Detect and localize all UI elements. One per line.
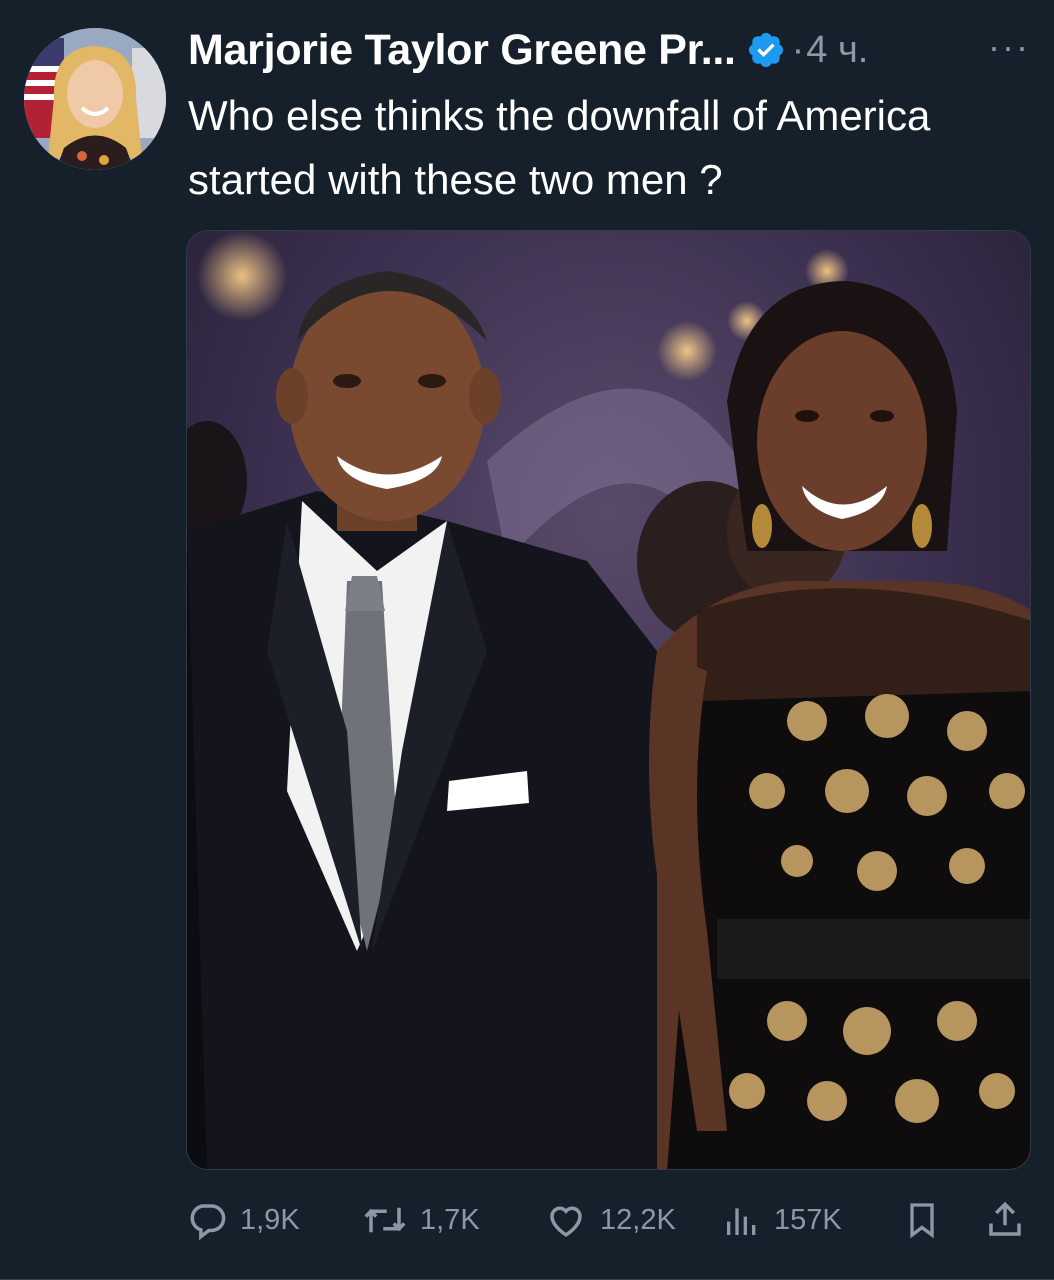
retweet-count: 1,7K — [420, 1203, 480, 1236]
tweet-header: Marjorie Taylor Greene Pr... · 4 ч. ··· — [188, 22, 1030, 78]
views-count: 157K — [774, 1203, 842, 1236]
bookmark-icon — [902, 1199, 942, 1241]
verified-badge-icon[interactable] — [746, 30, 786, 70]
timestamp[interactable]: 4 ч. — [806, 29, 868, 72]
more-options-button[interactable]: ··· — [988, 26, 1030, 68]
tweet: Marjorie Taylor Greene Pr... · 4 ч. ··· … — [0, 0, 1054, 1280]
reply-button[interactable]: 1,9K — [186, 1192, 300, 1248]
reply-count: 1,9K — [240, 1203, 300, 1236]
retweet-icon — [362, 1199, 408, 1241]
bookmark-button[interactable] — [902, 1192, 942, 1248]
tweet-text: Who else thinks the downfall of America … — [188, 92, 931, 203]
heart-icon — [544, 1199, 588, 1241]
views-button[interactable]: 157K — [722, 1192, 842, 1248]
share-button[interactable] — [984, 1192, 1026, 1248]
views-icon — [722, 1199, 762, 1241]
reply-icon — [186, 1199, 228, 1241]
separator-dot: · — [791, 28, 805, 71]
like-button[interactable]: 12,2K — [544, 1192, 676, 1248]
share-icon — [984, 1199, 1026, 1241]
author-name[interactable]: Marjorie Taylor Greene Pr... — [188, 26, 736, 75]
like-count: 12,2K — [600, 1203, 676, 1236]
tweet-actions: 1,9K 1,7K 12,2K 157K — [186, 1192, 1031, 1248]
avatar[interactable] — [24, 28, 166, 170]
tweet-photo[interactable] — [186, 230, 1031, 1170]
retweet-button[interactable]: 1,7K — [362, 1192, 480, 1248]
